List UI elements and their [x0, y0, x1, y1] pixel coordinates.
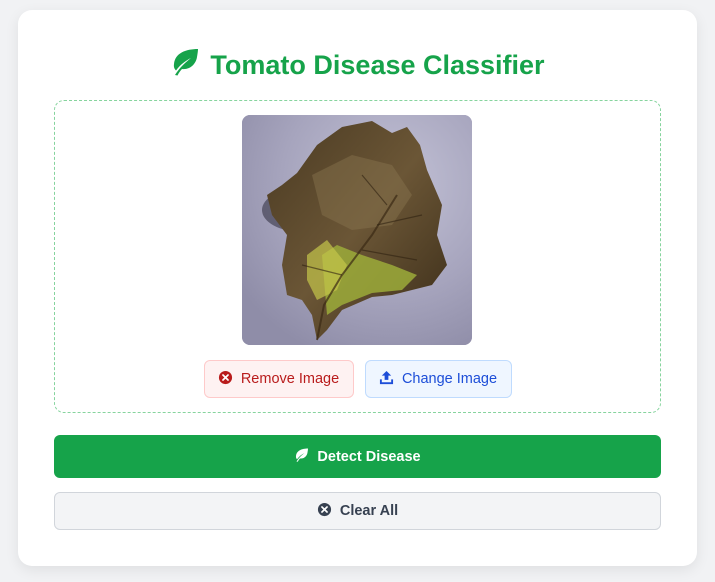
remove-image-button[interactable]: Remove Image: [203, 360, 354, 398]
change-image-button[interactable]: Change Image: [364, 360, 512, 398]
clear-all-button[interactable]: Clear All: [54, 492, 661, 530]
remove-image-label: Remove Image: [240, 371, 340, 387]
title-text: Tomato Disease Classifier: [210, 49, 545, 80]
leaf-icon: [294, 448, 309, 466]
leaf-photo: [242, 115, 472, 345]
change-image-label: Change Image: [401, 371, 498, 387]
classifier-card: Tomato Disease Classifier Remove Image C…: [18, 10, 697, 566]
image-dropzone[interactable]: Remove Image Change Image: [54, 100, 661, 413]
x-circle-icon: [218, 370, 233, 389]
image-preview: [242, 115, 472, 345]
leaf-icon: [170, 48, 200, 83]
page-title: Tomato Disease Classifier: [18, 47, 697, 83]
image-actions: Remove Image Change Image: [55, 360, 660, 398]
clear-all-label: Clear All: [339, 503, 399, 519]
upload-icon: [379, 370, 394, 389]
detect-disease-label: Detect Disease: [317, 448, 421, 465]
detect-disease-button[interactable]: Detect Disease: [54, 435, 661, 478]
x-circle-icon: [317, 502, 332, 521]
